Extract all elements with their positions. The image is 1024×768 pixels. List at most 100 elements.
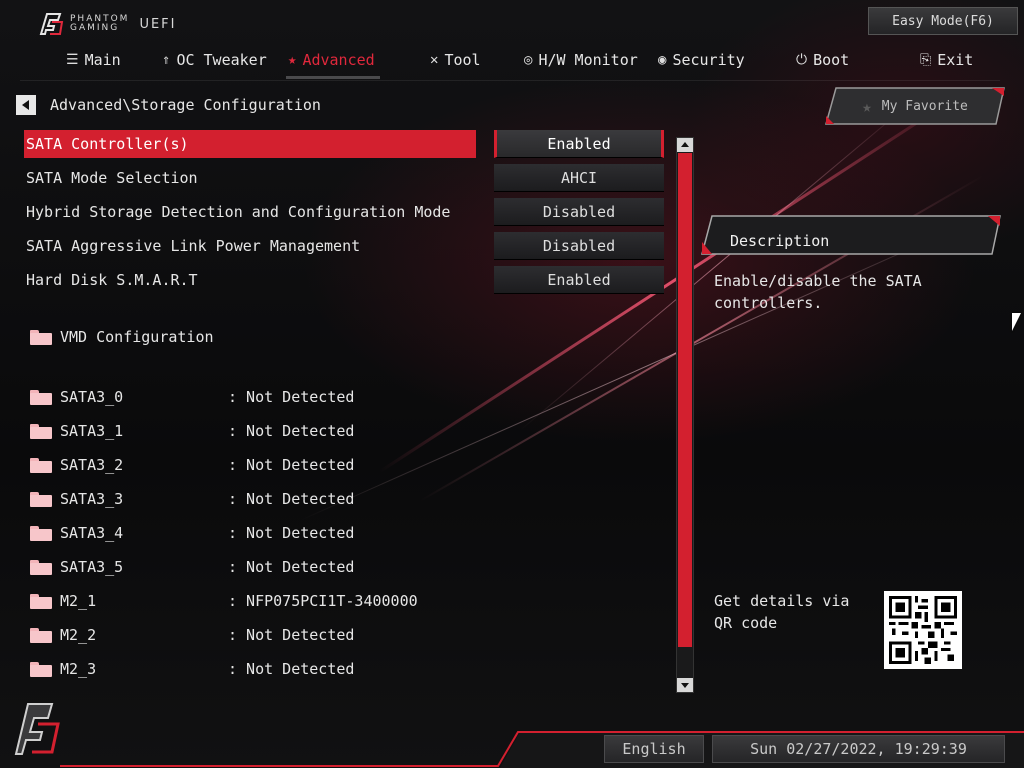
setting-value-hybrid-storage[interactable]: Disabled [494,198,664,226]
device-item[interactable]: SATA3_0 : Not Detected [30,385,354,409]
device-item[interactable]: SATA3_2 : Not Detected [30,453,354,477]
uefi-label: UEFI [139,16,177,32]
device-status: : Not Detected [228,388,355,406]
description-title: Description [730,232,830,250]
tab-label: OC Tweaker [176,51,267,69]
device-name: SATA3_1 [60,422,124,440]
device-name: M2_2 [60,626,97,644]
tab-oc-tweaker[interactable]: ⇑ OC Tweaker [162,51,267,69]
setting-label: SATA Mode Selection [26,169,198,187]
tab-label: Boot [813,51,850,69]
tab-boot[interactable]: ⏻ Boot [796,51,849,69]
breadcrumb-path: Advanced\Storage Configuration [50,96,321,114]
folder-icon [30,389,52,405]
device-name: SATA3_4 [60,524,124,542]
scrollbar-thumb[interactable] [678,153,692,647]
language-selector[interactable]: English [604,735,704,763]
device-item[interactable]: M2_3 : Not Detected [30,657,354,681]
device-name: SATA3_5 [60,558,124,576]
back-button[interactable] [16,95,36,115]
submenu-label: VMD Configuration [60,328,214,346]
tab-advanced[interactable]: ★ Advanced [288,51,375,69]
folder-icon [30,559,52,575]
brand-line2: GAMING [70,23,120,33]
tab-label: Security [672,51,745,69]
datetime-display: Sun 02/27/2022, 19:29:39 [712,735,1005,763]
device-status: : Not Detected [228,490,355,508]
tab-main[interactable]: ☰ Main [66,51,121,69]
device-item[interactable]: M2_1 : NFP075PCI1T-3400000 [30,589,418,613]
device-name: M2_3 [60,660,97,678]
device-name: M2_1 [60,592,97,610]
tab-label: H/W Monitor [538,51,638,69]
setting-label: Hard Disk S.M.A.R.T [26,271,198,289]
qr-code-icon [884,591,962,669]
tab-label: Exit [937,51,974,69]
tab-label: Tool [444,51,481,69]
folder-icon [30,627,52,643]
power-icon: ⏻ [796,52,808,68]
setting-hard-disk-smart[interactable]: Hard Disk S.M.A.R.T [24,266,476,294]
my-favorite-button[interactable]: ★ My Favorite [824,86,1006,126]
star-icon: ★ [862,96,872,116]
brand-name: PHANTOM GAMING [70,15,129,33]
device-status: : Not Detected [228,558,355,576]
folder-icon [30,329,52,345]
tab-label: Main [84,51,121,69]
brand-logo: PHANTOM GAMING UEFI [38,12,176,36]
setting-label: SATA Aggressive Link Power Management [26,237,361,255]
folder-icon [30,423,52,439]
favorite-label: My Favorite [881,98,968,114]
folder-icon [30,593,52,609]
folder-icon [30,525,52,541]
tab-label: Advanced [302,51,375,69]
shield-icon: ◉ [658,52,667,68]
device-status: : Not Detected [228,660,355,678]
phantom-gaming-logo-icon [39,13,64,35]
device-item[interactable]: SATA3_1 : Not Detected [30,419,354,443]
easy-mode-button[interactable]: Easy Mode(F6) [868,7,1018,35]
setting-hybrid-storage[interactable]: Hybrid Storage Detection and Configurati… [24,198,476,226]
exit-icon: ⎘ [920,52,932,68]
divider [20,80,1000,81]
device-item[interactable]: SATA3_4 : Not Detected [30,521,354,545]
scroll-up-arrow-icon[interactable] [677,138,693,152]
setting-label: SATA Controller(s) [26,135,189,153]
setting-value-sata-controllers[interactable]: Enabled [494,130,664,158]
setting-label: Hybrid Storage Detection and Configurati… [26,203,451,221]
device-status: : NFP075PCI1T-3400000 [228,592,418,610]
tab-hw-monitor[interactable]: ◎ H/W Monitor [524,51,638,69]
setting-value-aggressive-link-power[interactable]: Disabled [494,232,664,260]
tab-exit[interactable]: ⎘ Exit [920,51,973,69]
star-icon: ★ [288,52,297,68]
phantom-gaming-emblem-icon [14,703,60,755]
main-nav: ☰ Main ⇑ OC Tweaker ★ Advanced ✕ Tool ◎ … [0,46,1024,82]
device-item[interactable]: SATA3_5 : Not Detected [30,555,354,579]
submenu-vmd-configuration[interactable]: VMD Configuration [30,325,214,349]
folder-icon [30,661,52,677]
setting-value-hard-disk-smart[interactable]: Enabled [494,266,664,294]
setting-value-sata-mode[interactable]: AHCI [494,164,664,192]
qr-caption: Get details via QR code [714,592,850,632]
setting-aggressive-link-power[interactable]: SATA Aggressive Link Power Management [24,232,476,260]
tab-tool[interactable]: ✕ Tool [430,51,481,69]
setting-sata-controllers[interactable]: SATA Controller(s) [24,130,476,158]
setting-sata-mode[interactable]: SATA Mode Selection [24,164,476,192]
device-status: : Not Detected [228,422,355,440]
mouse-cursor-icon [1012,313,1021,331]
list-icon: ☰ [66,52,79,68]
device-item[interactable]: M2_2 : Not Detected [30,623,354,647]
tool-icon: ✕ [430,52,439,68]
device-status: : Not Detected [228,626,355,644]
device-item[interactable]: SATA3_3 : Not Detected [30,487,354,511]
tab-security[interactable]: ◉ Security [658,51,745,69]
device-name: SATA3_0 [60,388,124,406]
device-name: SATA3_3 [60,490,124,508]
device-name: SATA3_2 [60,456,124,474]
active-tab-indicator [286,76,380,79]
device-status: : Not Detected [228,524,355,542]
device-status: : Not Detected [228,456,355,474]
folder-icon [30,457,52,473]
scroll-down-arrow-icon[interactable] [677,678,693,692]
monitor-icon: ◎ [524,52,533,68]
